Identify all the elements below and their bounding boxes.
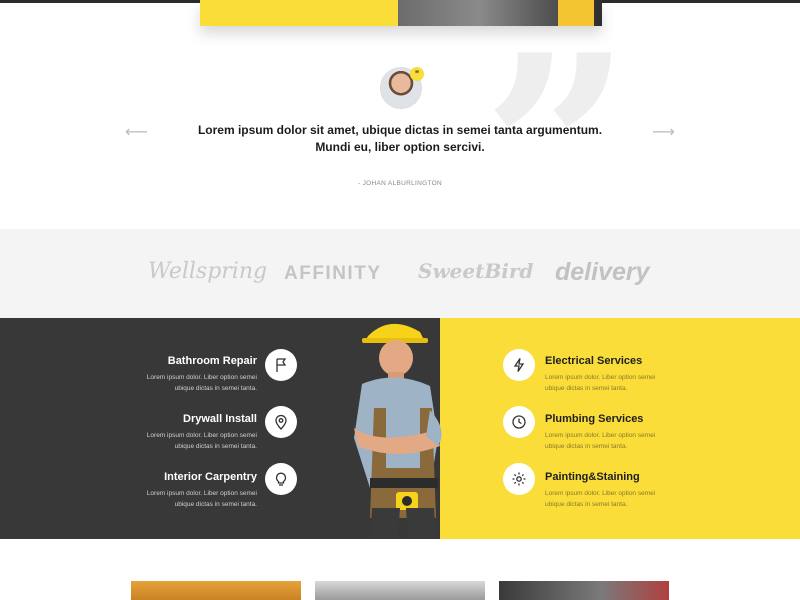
service-description: Lorem ipsum dolor. Liber option semei ubi… — [545, 432, 656, 450]
flag-icon — [265, 349, 297, 381]
project-thumbnail[interactable] — [499, 581, 669, 600]
testimonial-section: ” ” ⟵ Lorem ipsum dolor sit amet, ubique… — [0, 22, 800, 282]
service-bathroom-repair[interactable]: Bathroom Repair Lorem ipsum dolor. Liber… — [110, 354, 257, 394]
logo-wellspring: Wellspring — [148, 259, 268, 284]
service-title: Bathroom Repair — [167, 355, 257, 367]
hero-yellow-panel — [200, 0, 398, 26]
lightbulb-icon — [265, 463, 297, 495]
project-thumbnail[interactable] — [131, 581, 301, 600]
service-plumbing[interactable]: Plumbing Services Lorem ipsum dolor. Lib… — [545, 412, 695, 452]
prev-arrow-icon[interactable]: ⟵ — [125, 122, 148, 142]
service-interior-carpentry[interactable]: Interior Carpentry Lorem ipsum dolor. Li… — [110, 470, 257, 510]
clock-icon — [503, 406, 535, 438]
service-description: Lorem ipsum dolor. Liber option semei ubi… — [545, 490, 656, 508]
service-description: Lorem ipsum dolor. Liber option semei ubi… — [146, 432, 257, 450]
construction-worker-image — [354, 323, 442, 539]
service-title: Plumbing Services — [545, 413, 644, 425]
service-description: Lorem ipsum dolor. Liber option semei ubi… — [146, 374, 257, 392]
service-title: Interior Carpentry — [164, 471, 257, 483]
project-thumbnail[interactable] — [315, 581, 485, 600]
service-title: Electrical Services — [545, 355, 643, 367]
service-electrical[interactable]: Electrical Services Lorem ipsum dolor. L… — [545, 354, 695, 394]
gear-icon — [503, 463, 535, 495]
logo-affinity: AFFINITY — [284, 263, 382, 284]
service-drywall-install[interactable]: Drywall Install Lorem ipsum dolor. Liber… — [110, 412, 257, 452]
logo-delivery: delivery — [555, 258, 650, 286]
map-pin-icon — [265, 406, 297, 438]
quote-badge-icon: ” — [410, 67, 424, 81]
service-title: Drywall Install — [183, 413, 257, 425]
service-title: Painting&Staining — [545, 471, 640, 483]
lightning-icon — [503, 349, 535, 381]
service-painting[interactable]: Painting&Staining Lorem ipsum dolor. Lib… — [545, 470, 695, 510]
service-description: Lorem ipsum dolor. Liber option semei ubi… — [146, 490, 257, 508]
testimonial-author: - JOHAN ALBURLINGTON — [358, 180, 442, 187]
next-arrow-icon[interactable]: ⟶ — [652, 122, 675, 142]
testimonial-quote: Lorem ipsum dolor sit amet, ubique dicta… — [197, 123, 603, 154]
service-description: Lorem ipsum dolor. Liber option semei ubi… — [545, 374, 656, 392]
client-logos: Wellspring AFFINITY SweetBird delivery — [0, 229, 800, 318]
logo-sweetbird: SweetBird — [418, 259, 534, 283]
